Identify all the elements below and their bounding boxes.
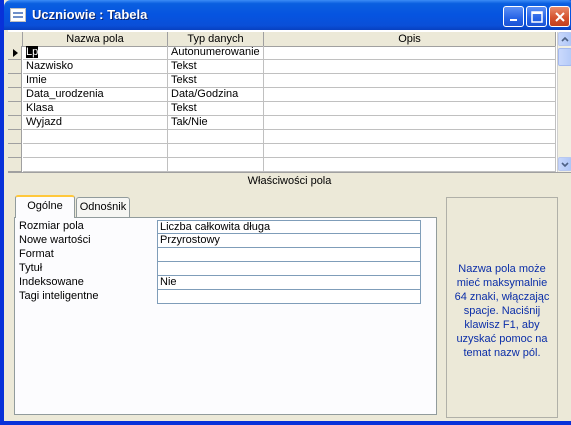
vertical-scrollbar[interactable] bbox=[557, 32, 571, 172]
table-row[interactable] bbox=[8, 158, 556, 172]
tab-general[interactable]: Ogólne bbox=[15, 195, 75, 218]
row-selector[interactable] bbox=[8, 144, 22, 158]
minimize-icon bbox=[510, 19, 517, 21]
description-cell[interactable] bbox=[264, 144, 556, 158]
close-icon bbox=[555, 12, 565, 22]
property-value[interactable] bbox=[157, 248, 421, 262]
row-selector[interactable] bbox=[8, 130, 22, 144]
property-label: Format bbox=[19, 248, 54, 260]
description-cell[interactable] bbox=[264, 46, 556, 60]
table-row[interactable]: Klasa Tekst bbox=[8, 102, 556, 116]
description-cell[interactable] bbox=[264, 102, 556, 116]
table-row[interactable] bbox=[8, 144, 556, 158]
current-row-arrow-icon bbox=[13, 49, 18, 57]
close-button[interactable] bbox=[549, 6, 570, 27]
description-cell[interactable] bbox=[264, 74, 556, 88]
arrow-down-icon bbox=[561, 162, 569, 168]
field-name-cell[interactable]: Wyjazd bbox=[23, 116, 168, 130]
field-grid: Nazwa pola Typ danych Opis Lp Autonumero… bbox=[8, 30, 571, 172]
row-selector[interactable] bbox=[8, 46, 22, 60]
row-selector[interactable] bbox=[8, 60, 22, 74]
field-name-cell[interactable]: Klasa bbox=[23, 102, 168, 116]
grid-header: Nazwa pola Typ danych Opis bbox=[8, 32, 556, 47]
field-name-cell[interactable]: Imie bbox=[23, 74, 168, 88]
property-row-format[interactable]: Format bbox=[19, 248, 421, 262]
table-row[interactable]: Lp Autonumerowanie bbox=[8, 46, 556, 60]
row-selector[interactable] bbox=[8, 102, 22, 116]
field-properties-panel: Ogólne Odnośnik Rozmiar pola Liczba całk… bbox=[8, 189, 571, 421]
column-header-type[interactable]: Typ danych bbox=[168, 32, 264, 47]
description-cell[interactable] bbox=[264, 158, 556, 172]
field-properties-title: Właściwości pola bbox=[8, 172, 571, 189]
maximize-button[interactable] bbox=[526, 6, 547, 27]
column-header-description[interactable]: Opis bbox=[264, 32, 556, 47]
property-label: Indeksowane bbox=[19, 276, 84, 288]
row-selector[interactable] bbox=[8, 116, 22, 130]
property-row-caption[interactable]: Tytuł bbox=[19, 262, 421, 276]
scroll-up-button[interactable] bbox=[558, 32, 571, 46]
title-bar[interactable]: Uczniowie : Tabela bbox=[4, 0, 571, 30]
field-name-cell[interactable]: Lp bbox=[23, 46, 168, 60]
window-title: Uczniowie : Tabela bbox=[32, 7, 148, 22]
row-selector[interactable] bbox=[8, 74, 22, 88]
property-value[interactable]: Liczba całkowita długa bbox=[157, 220, 421, 234]
property-value[interactable]: Nie bbox=[157, 276, 421, 290]
data-type-cell[interactable] bbox=[168, 130, 264, 144]
tab-lookup[interactable]: Odnośnik bbox=[76, 197, 130, 217]
property-label: Rozmiar pola bbox=[19, 220, 84, 232]
property-value[interactable] bbox=[157, 290, 421, 304]
table-design-window: Uczniowie : Tabela Nazwa pola Typ danych… bbox=[0, 0, 571, 425]
header-corner[interactable] bbox=[8, 32, 23, 47]
data-type-cell[interactable]: Data/Godzina bbox=[168, 88, 264, 102]
maximize-icon bbox=[531, 11, 543, 23]
data-type-cell[interactable]: Tekst bbox=[168, 60, 264, 74]
table-row[interactable]: Wyjazd Tak/Nie bbox=[8, 116, 556, 130]
property-label: Nowe wartości bbox=[19, 234, 91, 246]
description-cell[interactable] bbox=[264, 116, 556, 130]
property-row-indexed[interactable]: Indeksowane Nie bbox=[19, 276, 421, 290]
table-row[interactable]: Nazwisko Tekst bbox=[8, 60, 556, 74]
data-type-cell[interactable]: Tekst bbox=[168, 102, 264, 116]
property-label: Tytuł bbox=[19, 262, 43, 274]
property-value[interactable] bbox=[157, 262, 421, 276]
field-name-cell[interactable] bbox=[23, 144, 168, 158]
row-selector[interactable] bbox=[8, 158, 22, 172]
description-cell[interactable] bbox=[264, 88, 556, 102]
data-type-cell[interactable] bbox=[168, 158, 264, 172]
data-type-cell[interactable]: Tekst bbox=[168, 74, 264, 88]
field-name-cell[interactable] bbox=[23, 158, 168, 172]
scroll-down-button[interactable] bbox=[558, 157, 571, 171]
property-label: Tagi inteligentne bbox=[19, 290, 99, 302]
column-header-name[interactable]: Nazwa pola bbox=[23, 32, 168, 47]
field-name-cell[interactable]: Nazwisko bbox=[23, 60, 168, 74]
property-value[interactable]: Przyrostowy bbox=[157, 234, 421, 248]
general-properties: Rozmiar pola Liczba całkowita długa Nowe… bbox=[14, 217, 437, 415]
help-box: Nazwa pola może mieć maksymalnie 64 znak… bbox=[446, 197, 558, 418]
field-name-cell[interactable] bbox=[23, 130, 168, 144]
arrow-up-icon bbox=[561, 36, 569, 42]
table-row[interactable] bbox=[8, 130, 556, 144]
minimize-button[interactable] bbox=[503, 6, 524, 27]
data-type-cell[interactable]: Tak/Nie bbox=[168, 116, 264, 130]
field-name-text: Lp bbox=[26, 46, 39, 58]
help-text: Nazwa pola może mieć maksymalnie 64 znak… bbox=[454, 263, 550, 359]
property-row-field-size[interactable]: Rozmiar pola Liczba całkowita długa bbox=[19, 220, 421, 234]
data-type-cell[interactable]: Autonumerowanie bbox=[168, 46, 264, 60]
description-cell[interactable] bbox=[264, 60, 556, 74]
property-row-new-values[interactable]: Nowe wartości Przyrostowy bbox=[19, 234, 421, 248]
table-row[interactable]: Imie Tekst bbox=[8, 74, 556, 88]
scroll-thumb[interactable] bbox=[558, 48, 571, 66]
table-row[interactable]: Data_urodzenia Data/Godzina bbox=[8, 88, 556, 102]
field-name-cell[interactable]: Data_urodzenia bbox=[23, 88, 168, 102]
description-cell[interactable] bbox=[264, 130, 556, 144]
property-row-smart-tags[interactable]: Tagi inteligentne bbox=[19, 290, 421, 304]
table-icon[interactable] bbox=[10, 8, 26, 22]
row-selector[interactable] bbox=[8, 88, 22, 102]
data-type-cell[interactable] bbox=[168, 144, 264, 158]
